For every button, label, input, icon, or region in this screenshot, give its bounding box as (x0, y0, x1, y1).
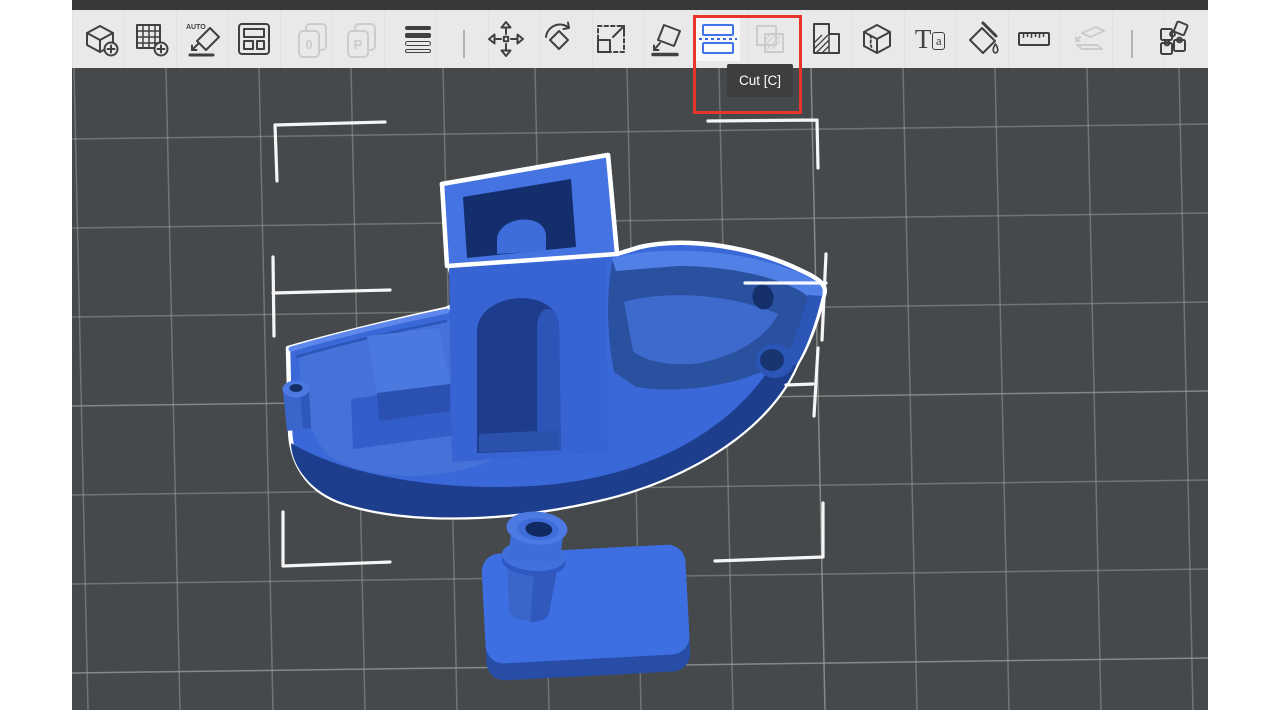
tool-scale[interactable] (589, 17, 633, 61)
tool-text[interactable]: T a (908, 17, 952, 61)
tool-rotate[interactable] (537, 17, 581, 61)
move-icon (486, 19, 526, 59)
tool-split-to-parts[interactable]: P (339, 17, 383, 61)
lay-on-face-icon (647, 19, 687, 59)
seam-painting-icon (857, 19, 897, 59)
bridge-arch-inner-band (537, 309, 561, 450)
auto-orient-icon: AUTO (183, 19, 223, 59)
split-parts-icon: P (341, 19, 381, 59)
color-painting-icon (962, 19, 1002, 59)
split-objects-glyph: 0 (305, 37, 312, 52)
tool-arrange[interactable] (232, 17, 276, 61)
assemble-puzzle-icon (1154, 19, 1194, 59)
tool-measure[interactable] (1012, 17, 1056, 61)
cut-part-plate[interactable] (481, 509, 691, 681)
scene-canvas (72, 68, 1208, 710)
tool-variable-layer-height[interactable] (396, 17, 440, 61)
split-objects-icon: 0 (292, 19, 332, 59)
main-toolbar: AUTO 0 P (72, 10, 1208, 68)
mesh-boolean-icon (750, 19, 790, 59)
tool-cut[interactable] (696, 17, 740, 61)
benchy-model[interactable] (283, 155, 825, 517)
toolbar-separator-1 (463, 30, 465, 58)
split-objects-letter: 0 (298, 30, 320, 58)
tool-seam-painting[interactable] (855, 17, 899, 61)
scale-icon (591, 19, 631, 59)
cut-tooltip: Cut [C] (727, 64, 793, 97)
rotate-icon (539, 19, 579, 59)
split-parts-glyph: P (354, 37, 363, 52)
arrange-icon (234, 19, 274, 59)
measure-icon (1014, 19, 1054, 59)
cabin-box-top (367, 328, 450, 393)
window-top-strip (72, 0, 1208, 10)
support-painting-icon (805, 19, 845, 59)
tool-auto-orient[interactable]: AUTO (181, 17, 225, 61)
assembly-view-icon (1069, 19, 1109, 59)
text-tool-icon: T a (915, 28, 945, 51)
add-cube-icon (80, 19, 120, 59)
viewport-3d[interactable] (72, 68, 1208, 710)
text-icon-T: T (915, 28, 932, 51)
tool-add-plate[interactable] (129, 17, 173, 61)
text-icon-a: a (932, 32, 945, 50)
tool-lay-on-face[interactable] (645, 17, 689, 61)
toolbar-separator-2 (1131, 30, 1133, 58)
stern-pipe-hole (290, 384, 303, 392)
tool-support-painting[interactable] (803, 17, 847, 61)
tool-move[interactable] (484, 17, 528, 61)
add-plate-icon (131, 19, 171, 59)
slicer-app-window: AUTO 0 P (72, 0, 1208, 710)
tool-add[interactable] (78, 17, 122, 61)
cut-icon (699, 24, 737, 54)
tool-assembly-view[interactable] (1067, 17, 1111, 61)
tool-split-to-objects[interactable]: 0 (290, 17, 334, 61)
split-parts-letter: P (347, 30, 369, 58)
layer-height-icon (405, 26, 431, 53)
tool-color-painting[interactable] (960, 17, 1004, 61)
tool-assemble[interactable] (1152, 17, 1196, 61)
svg-text:AUTO: AUTO (186, 24, 206, 31)
bow-boss-hole (760, 349, 784, 371)
tool-mesh-boolean[interactable] (748, 17, 792, 61)
